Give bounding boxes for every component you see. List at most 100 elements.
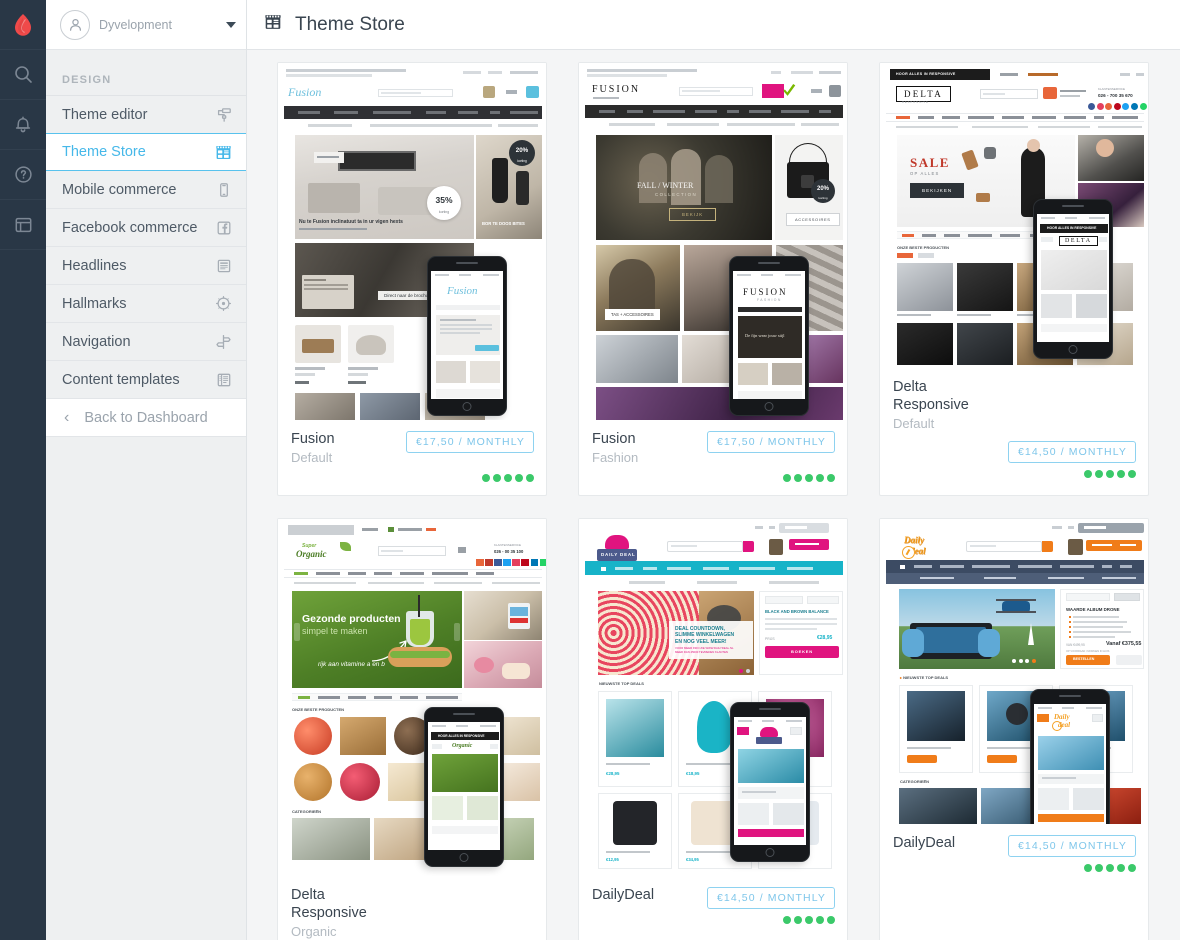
sidebar-item-label: Navigation: [62, 333, 131, 350]
lightspeed-logo[interactable]: [0, 0, 46, 50]
theme-name-block: DailyDeal: [893, 834, 1008, 853]
theme-variant: Default: [893, 416, 935, 431]
rail-item-notifications[interactable]: [0, 100, 46, 150]
storefront-icon: [215, 144, 232, 161]
theme-card[interactable]: Super Organic KLANTENSERVICE 026 - 00 35…: [277, 518, 547, 940]
sidebar-item-facebook-commerce[interactable]: Facebook commerce: [46, 209, 246, 247]
theme-name-block: Fusion Fashion: [592, 430, 707, 467]
theme-name-block: Delta Responsive Organic: [291, 886, 534, 940]
theme-variant: Default: [291, 450, 333, 465]
rating-dot: [1106, 864, 1114, 872]
rating-dot: [526, 474, 534, 482]
rating-dot: [1106, 470, 1114, 478]
theme-card[interactable]: HOOR ALLES IN RESPONSIVE DELTA RESPONSIV…: [879, 62, 1149, 496]
rating-dot: [1084, 470, 1092, 478]
theme-preview-image[interactable]: DAILY DEAL STORE: [579, 519, 847, 876]
theme-name: DailyDeal: [592, 887, 655, 903]
theme-preview-image[interactable]: FUSION FALL / WINTER COLLECTION BEKIJK 2…: [579, 63, 847, 420]
mobile-preview-phone: [730, 702, 810, 862]
theme-meta: Fusion Fashion €17,50 / MONTHLY: [579, 420, 847, 495]
facebook-icon: [216, 220, 232, 236]
theme-name: Fusion: [291, 431, 335, 447]
rating-dot: [1117, 864, 1125, 872]
user-avatar-icon: [60, 9, 90, 40]
document-list-icon: [216, 372, 232, 388]
rating-dot: [816, 474, 824, 482]
rating-dot: [783, 916, 791, 924]
theme-preview-image[interactable]: Daily deal WAARDE ALBUM DRONE VAN €499,9…: [880, 519, 1148, 824]
theme-preview-image[interactable]: Fusion Nu te Fusion inclinatuut ta in ur…: [278, 63, 546, 420]
theme-price-badge[interactable]: €14,50 / MONTHLY: [1007, 835, 1136, 857]
theme-price-badge[interactable]: €17,50 / MONTHLY: [405, 431, 534, 453]
theme-preview-image[interactable]: HOOR ALLES IN RESPONSIVE DELTA RESPONSIV…: [880, 63, 1148, 368]
sidebar-item-content-templates[interactable]: Content templates: [46, 361, 246, 399]
mobile-preview-phone: Daily deal: [1030, 689, 1110, 824]
sidebar-item-theme-store[interactable]: Theme Store: [46, 133, 246, 171]
sidebar-item-headlines[interactable]: Headlines: [46, 247, 246, 285]
theme-name-block: Fusion Default: [291, 430, 406, 467]
theme-name-line1: Delta: [291, 887, 325, 903]
back-to-dashboard-label: Back to Dashboard: [84, 409, 208, 426]
window-icon: [14, 216, 33, 234]
sidebar-item-hallmarks[interactable]: Hallmarks: [46, 285, 246, 323]
theme-rating: [592, 916, 835, 924]
theme-meta: Delta Responsive Default €14,50 / MONTHL…: [880, 368, 1148, 491]
theme-card[interactable]: FUSION FALL / WINTER COLLECTION BEKIJK 2…: [578, 62, 848, 496]
account-switcher[interactable]: Dyvelopment: [46, 0, 246, 50]
theme-rating: [592, 474, 835, 482]
theme-price-badge[interactable]: €14,50 / MONTHLY: [706, 887, 835, 909]
sidebar-nav: Theme editor Theme Store Mobile commerce…: [46, 95, 246, 399]
theme-name: DailyDeal: [893, 835, 956, 851]
sidebar-item-label: Content templates: [62, 371, 180, 388]
theme-name-line2: Responsive: [291, 905, 367, 921]
sidebar-item-label: Headlines: [62, 257, 127, 274]
chevron-left-icon: ‹: [64, 408, 70, 426]
back-to-dashboard-button[interactable]: ‹ Back to Dashboard: [46, 399, 246, 437]
sidebar-item-label: Theme Store: [62, 144, 146, 160]
rating-dot: [794, 916, 802, 924]
account-company: Dyvelopment: [99, 17, 172, 32]
theme-name-line2: Responsive: [893, 397, 969, 413]
rail-item-apps[interactable]: [0, 200, 46, 250]
rating-dot: [493, 474, 501, 482]
theme-meta: DailyDeal €14,50 / MONTHLY: [880, 824, 1148, 886]
sidebar-item-navigation[interactable]: Navigation: [46, 323, 246, 361]
mobile-phone-icon: [216, 182, 232, 198]
sidebar: Dyvelopment DESIGN Theme editor Theme St…: [46, 0, 247, 940]
rating-dot: [827, 916, 835, 924]
sidebar-item-label: Facebook commerce: [62, 219, 198, 236]
mobile-preview-phone: Fusion: [427, 256, 507, 416]
rail-item-help[interactable]: [0, 150, 46, 200]
rating-dot: [1128, 864, 1136, 872]
sidebar-item-label: Hallmarks: [62, 295, 127, 312]
chevron-down-icon[interactable]: [226, 21, 236, 28]
mobile-preview-phone: HOOR ALLES IN RESPONSIVE DELTA: [1033, 199, 1113, 359]
rating-dot: [783, 474, 791, 482]
rating-dot: [1095, 470, 1103, 478]
flame-logo-icon: [13, 13, 33, 37]
sidebar-item-theme-editor[interactable]: Theme editor: [46, 96, 246, 134]
theme-card[interactable]: Fusion Nu te Fusion inclinatuut ta in ur…: [277, 62, 547, 496]
theme-rating: [291, 474, 534, 482]
sidebar-item-mobile-commerce[interactable]: Mobile commerce: [46, 171, 246, 209]
rating-dot: [794, 474, 802, 482]
rating-dot: [1084, 864, 1092, 872]
sidebar-section-design: DESIGN: [62, 74, 112, 86]
question-circle-icon: [14, 165, 33, 184]
rail-item-search[interactable]: [0, 50, 46, 100]
article-lines-icon: [216, 258, 232, 274]
theme-meta: DailyDeal €14,50 / MONTHLY: [579, 876, 847, 938]
theme-preview-image[interactable]: Super Organic KLANTENSERVICE 026 - 00 35…: [278, 519, 546, 876]
theme-card[interactable]: DAILY DEAL STORE: [578, 518, 848, 940]
theme-price-badge[interactable]: €17,50 / MONTHLY: [706, 431, 835, 453]
theme-price-badge[interactable]: €14,50 / MONTHLY: [1007, 441, 1136, 463]
rating-dot: [1117, 470, 1125, 478]
rating-dot: [827, 474, 835, 482]
theme-name-block: Delta Responsive Default: [893, 378, 1136, 433]
theme-name-block: DailyDeal: [592, 886, 707, 905]
rating-dot: [1128, 470, 1136, 478]
theme-card[interactable]: Daily deal WAARDE ALBUM DRONE VAN €499,9…: [879, 518, 1149, 940]
seal-badge-icon: [215, 295, 232, 312]
rating-dot: [805, 474, 813, 482]
app-rail: [0, 0, 46, 940]
